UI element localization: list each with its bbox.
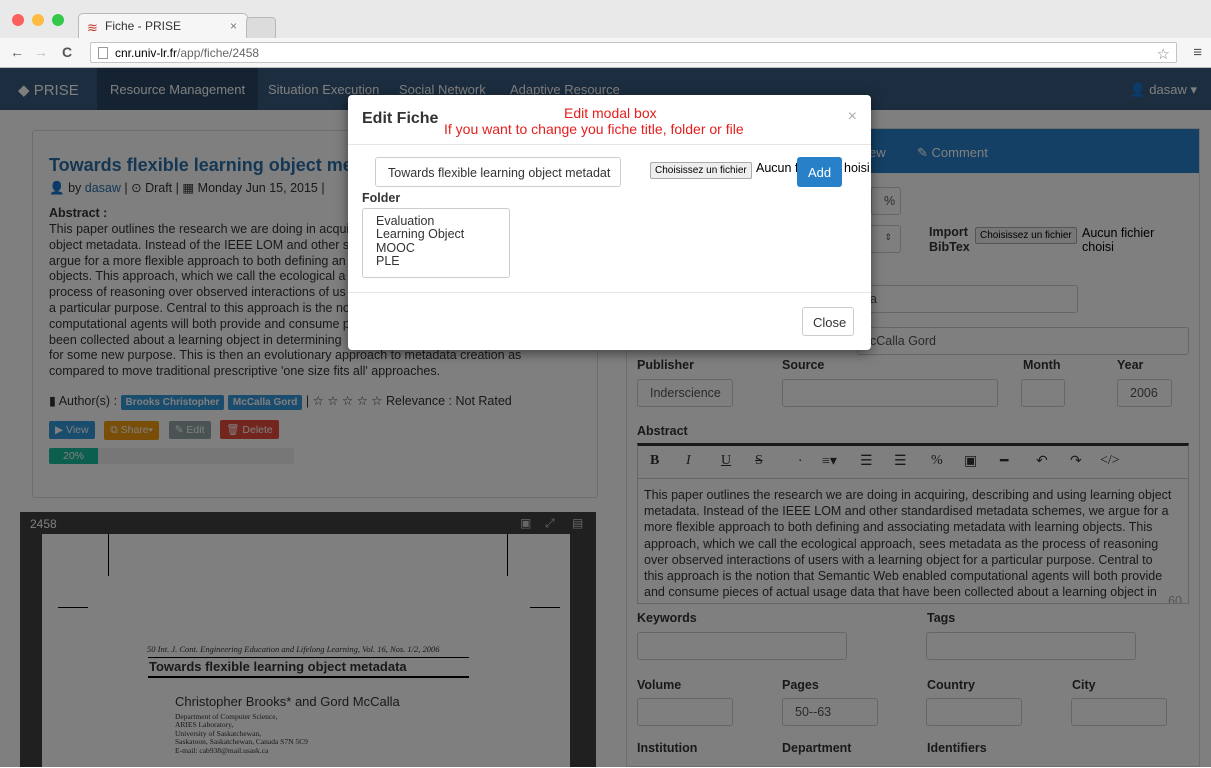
annotation-hint: If you want to change you fiche title, f… [444, 121, 744, 137]
address-bar-row: ← → C cnr.univ-lr.fr/app/fiche/2458 ☆ ≡ [0, 38, 1211, 67]
tab-title: Fiche - PRISE [105, 19, 182, 33]
folder-select[interactable]: Evaluation Learning Object MOOC PLE [362, 208, 510, 278]
close-button[interactable]: Close [802, 307, 854, 336]
tab-close-icon[interactable]: × [230, 19, 237, 33]
browser-menu-icon[interactable]: ≡ [1193, 44, 1202, 61]
choose-file-button[interactable]: Choisissez un fichier [650, 162, 752, 179]
close-window-button[interactable] [12, 14, 24, 26]
folder-option[interactable]: Learning Object [376, 227, 509, 241]
browser-chrome: ≋ Fiche - PRISE × ← → C cnr.univ-lr.fr/a… [0, 0, 1211, 68]
url-host: cnr.univ-lr.fr [115, 46, 178, 60]
forward-icon[interactable]: → [34, 44, 48, 60]
fiche-title-input[interactable]: Towards flexible learning object metadat [375, 157, 621, 187]
modal-close-icon[interactable]: × [848, 108, 857, 126]
modal-header: Edit Fiche Edit modal box If you want to… [348, 95, 871, 145]
file-text-b: hoisi [844, 161, 870, 175]
new-tab-button[interactable] [246, 17, 276, 38]
modal-footer: Close [348, 292, 871, 350]
back-icon[interactable]: ← [10, 44, 24, 60]
folder-option[interactable]: PLE [376, 254, 509, 268]
folder-option[interactable]: Evaluation [376, 214, 509, 228]
file-text-a: Aucun f [756, 161, 799, 175]
tab-bar: ≋ Fiche - PRISE × [0, 0, 1211, 38]
url-input[interactable]: cnr.univ-lr.fr/app/fiche/2458 ☆ ≡ [90, 42, 1202, 63]
url-path: /app/fiche/2458 [177, 46, 260, 60]
edit-fiche-modal: Edit Fiche Edit modal box If you want to… [348, 95, 871, 350]
folder-label: Folder [362, 191, 401, 205]
page-icon [98, 47, 108, 59]
add-button[interactable]: Add [797, 157, 842, 187]
annotation-title: Edit modal box [564, 105, 657, 121]
prise-favicon-icon: ≋ [87, 20, 98, 35]
modal-title: Edit Fiche [362, 110, 439, 127]
reload-icon[interactable]: C [62, 44, 72, 60]
bookmark-star-icon[interactable]: ☆ [1157, 45, 1170, 63]
minimize-window-button[interactable] [32, 14, 44, 26]
maximize-window-button[interactable] [52, 14, 64, 26]
folder-option[interactable]: MOOC [376, 241, 509, 255]
browser-tab[interactable]: ≋ Fiche - PRISE × [78, 13, 248, 38]
